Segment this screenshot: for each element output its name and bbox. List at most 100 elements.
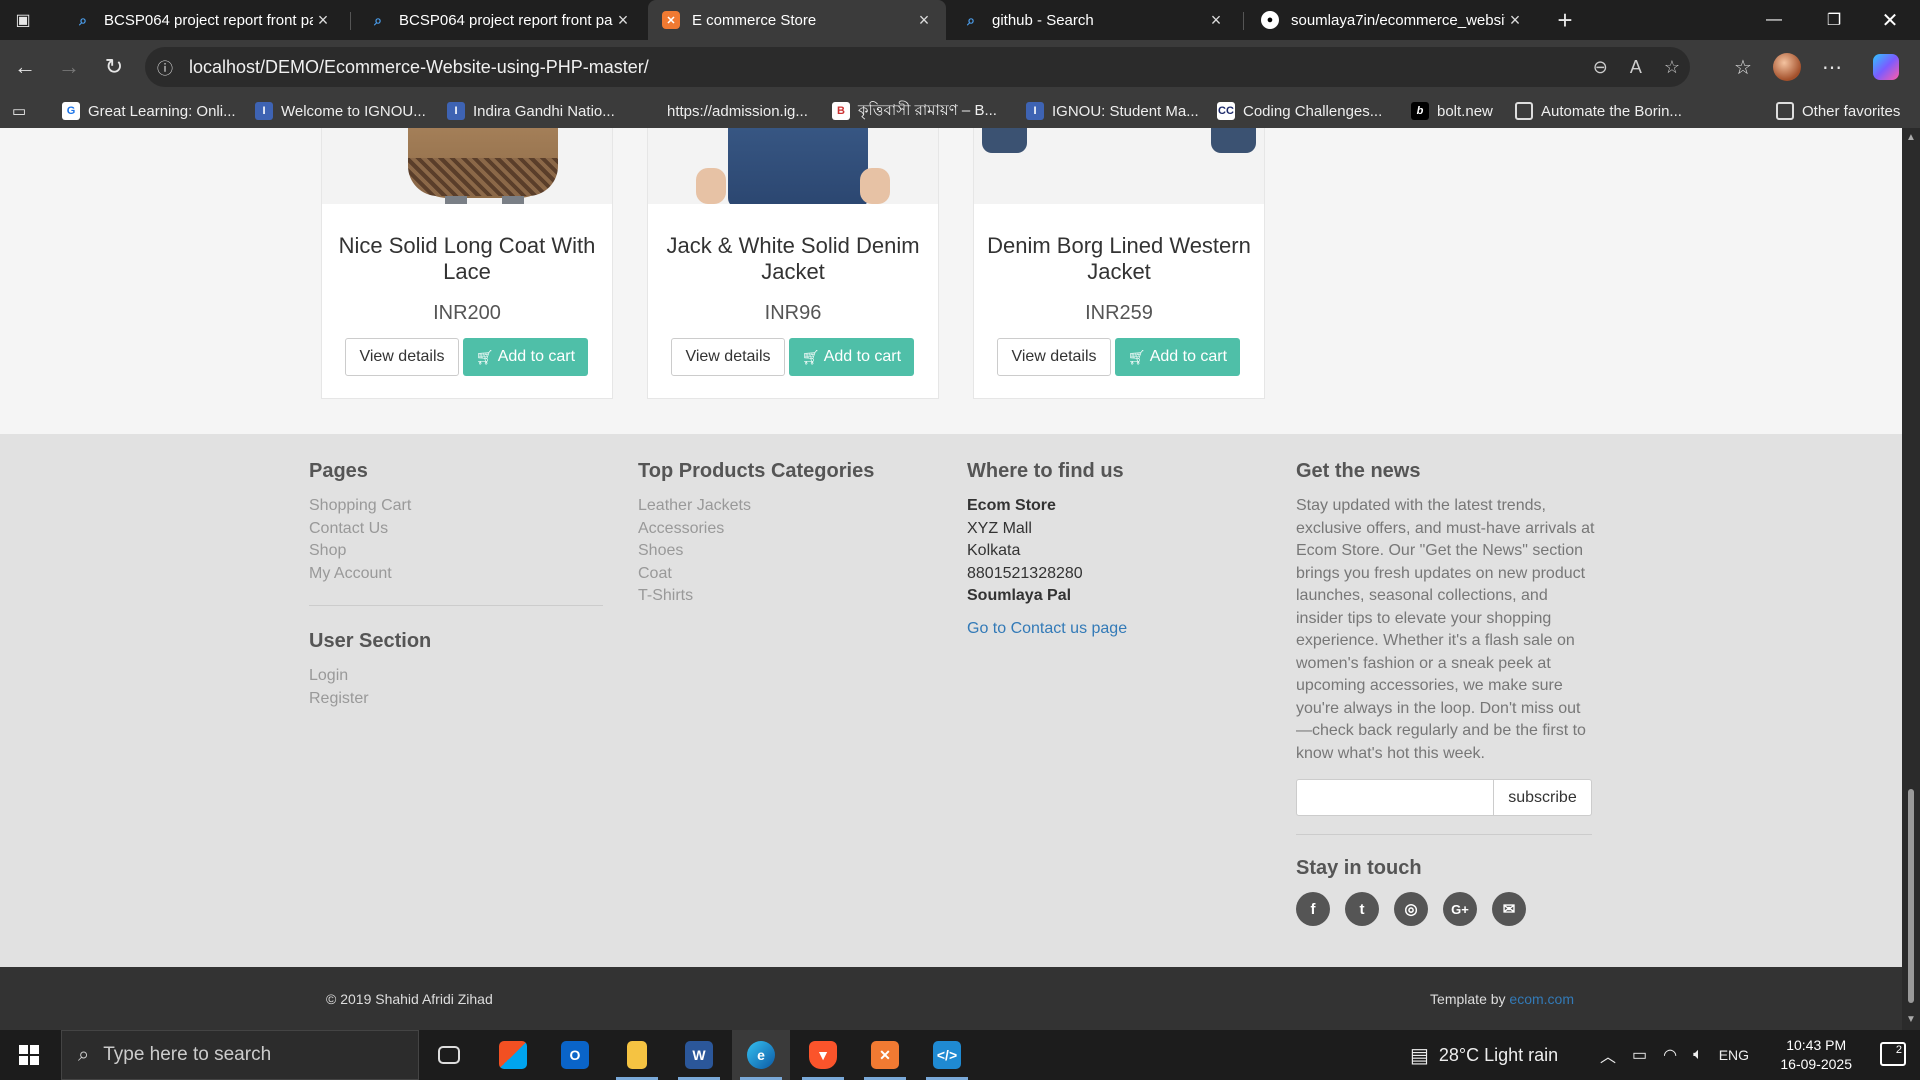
tab-github-search[interactable]: ⌕ github - Search × [948,0,1238,40]
edge-app[interactable]: e [732,1030,790,1080]
copilot-icon[interactable] [1869,50,1903,84]
facebook-icon[interactable]: f [1296,892,1330,926]
notification-center-icon[interactable]: 2 [1880,1042,1906,1066]
twitter-icon[interactable]: t [1345,892,1379,926]
favorite-star-icon[interactable]: ☆ [1664,57,1680,78]
footer-link-register[interactable]: Register [309,688,609,711]
product-image[interactable] [322,128,612,204]
email-subscribe-input[interactable] [1296,779,1494,816]
volume-icon[interactable]: 🔈︎ [1693,1046,1703,1064]
view-details-button[interactable]: View details [997,338,1111,376]
vscode-app[interactable]: </> [918,1030,976,1080]
footer-link-shop[interactable]: Shop [309,540,609,563]
email-icon[interactable]: ✉ [1492,892,1526,926]
template-credit-link[interactable]: ecom.com [1509,991,1574,1007]
product-title[interactable]: Jack & White Solid Denim Jacket [656,233,930,285]
tab-bcsp064-2[interactable]: ⌕ BCSP064 project report front page × [355,0,645,40]
bookmark-ignou-student[interactable]: I IGNOU: Student Ma... [1026,94,1199,128]
minimize-icon[interactable]: — [1744,0,1804,40]
zoom-icon[interactable]: ⊖ [1593,57,1608,78]
brave-app[interactable]: ▼ [794,1030,852,1080]
bookmark-label: Indira Gandhi Natio... [473,102,615,120]
word-app[interactable]: W [670,1030,728,1080]
language-indicator[interactable]: ENG [1719,1047,1749,1063]
footer-link-login[interactable]: Login [309,665,609,688]
cart-icon: 🛒︎ [475,348,494,365]
url-text[interactable]: localhost/DEMO/Ecommerce-Website-using-P… [189,57,649,78]
add-to-cart-button[interactable]: 🛒︎ Add to cart [463,338,588,376]
read-aloud-icon[interactable]: A [1630,57,1642,78]
instagram-icon[interactable]: ◎ [1394,892,1428,926]
add-to-cart-button[interactable]: 🛒︎ Add to cart [1115,338,1240,376]
add-to-cart-button[interactable]: 🛒︎ Add to cart [789,338,914,376]
footer-link-contact-us[interactable]: Contact Us [309,518,609,541]
wifi-icon[interactable]: ◠ [1663,1045,1677,1065]
close-window-icon[interactable]: ✕ [1860,0,1920,40]
scroll-down-icon[interactable]: ▼ [1905,1014,1917,1025]
other-favorites[interactable]: Other favorites [1776,94,1900,128]
category-link-t-shirts[interactable]: T-Shirts [638,585,938,608]
site-info-icon[interactable]: ⓘ [145,55,185,79]
scroll-thumb[interactable] [1908,789,1914,1003]
footer-location-heading: Where to find us [967,460,1124,482]
footer-link-shopping-cart[interactable]: Shopping Cart [309,495,609,518]
product-image[interactable] [974,128,1264,204]
product-image[interactable] [648,128,938,204]
profile-avatar[interactable] [1770,50,1804,84]
bookmark-bolt-new[interactable]: b bolt.new [1411,94,1493,128]
favorites-icon[interactable]: ☆ [1726,50,1760,84]
scroll-up-icon[interactable]: ▲ [1905,132,1917,143]
more-options-icon[interactable]: ⋯ [1815,50,1849,84]
microsoft-store-app[interactable] [484,1030,542,1080]
contact-page-link[interactable]: Go to Contact us page [967,620,1267,638]
show-hidden-icons-chevron-icon[interactable]: ︿ [1600,1043,1616,1067]
close-icon[interactable]: × [613,10,633,31]
phone-number: 8801521328280 [967,564,1083,582]
restore-icon[interactable]: ❐ [1804,0,1864,40]
product-title[interactable]: Denim Borg Lined Western Jacket [982,233,1256,285]
bookmark-welcome-ignou[interactable]: I Welcome to IGNOU... [255,94,426,128]
close-icon[interactable]: × [313,10,333,31]
reading-list-icon[interactable]: ▭ [12,94,26,128]
view-details-button[interactable]: View details [345,338,459,376]
product-title[interactable]: Nice Solid Long Coat With Lace [330,233,604,285]
brave-icon: ▼ [809,1041,837,1069]
subscribe-button[interactable]: subscribe [1494,779,1592,816]
xampp-app[interactable]: ✕ [856,1030,914,1080]
refresh-icon[interactable]: ↻ [97,50,131,84]
view-details-button[interactable]: View details [671,338,785,376]
bookmark-krittibasi[interactable]: B কৃত্তিবাসী রামায়ণ – B... [832,94,997,128]
bookmark-automate-boring[interactable]: Automate the Borin... [1515,94,1682,128]
category-link-leather-jackets[interactable]: Leather Jackets [638,495,938,518]
file-explorer-app[interactable] [608,1030,666,1080]
weather-widget[interactable]: ▤ 28°C Light rain [1410,1030,1558,1080]
close-icon[interactable]: × [914,10,934,31]
close-icon[interactable]: × [1505,10,1525,31]
bookmark-indira-gandhi[interactable]: I Indira Gandhi Natio... [447,94,615,128]
bookmarks-bar: ▭ G Great Learning: Onli... I Welcome to… [0,94,1920,128]
tab-github-repo[interactable]: ● soumlaya7in/ecommerce_website × [1247,0,1537,40]
battery-icon[interactable]: ▭ [1632,1045,1647,1065]
bookmark-admission-ignou[interactable]: https://admission.ig... [667,94,808,128]
back-arrow-icon[interactable]: ← [8,50,42,84]
tab-bcsp064-1[interactable]: ⌕ BCSP064 project report front page × [60,0,345,40]
task-view-button[interactable] [420,1030,478,1080]
google-plus-icon[interactable]: G+ [1443,892,1477,926]
tab-actions-icon[interactable]: ▣ [6,3,40,37]
tab-ecommerce-store[interactable]: ✕ E commerce Store × [648,0,946,40]
taskbar-clock[interactable]: 10:43 PM 16-09-2025 [1780,1036,1852,1074]
bookmark-coding-challenges[interactable]: CC Coding Challenges... [1217,94,1382,128]
bookmark-great-learning[interactable]: G Great Learning: Onli... [62,94,236,128]
close-icon[interactable]: × [1206,10,1226,31]
forward-arrow-icon[interactable]: → [52,50,86,84]
page-scrollbar[interactable]: ▲ ▼ [1902,128,1920,1030]
category-link-accessories[interactable]: Accessories [638,518,938,541]
address-bar[interactable]: ⓘ localhost/DEMO/Ecommerce-Website-using… [145,47,1690,87]
start-button[interactable] [0,1030,58,1080]
category-link-shoes[interactable]: Shoes [638,540,938,563]
category-link-coat[interactable]: Coat [638,563,938,586]
taskbar-search[interactable]: ⌕ Type here to search [61,1030,419,1080]
new-tab-plus-icon[interactable]: + [1548,3,1582,37]
footer-link-my-account[interactable]: My Account [309,563,609,586]
outlook-app[interactable]: O [546,1030,604,1080]
